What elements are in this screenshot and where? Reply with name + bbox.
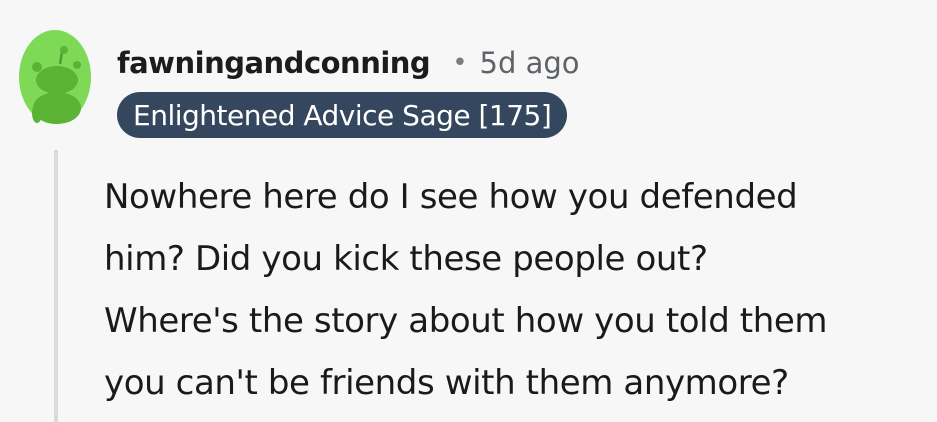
comment-body-line: him? Did you kick these people out? [104,239,708,279]
comment-body-line: Where's the story about how you told the… [104,301,828,341]
snoo-avatar-icon[interactable] [19,30,91,124]
username-link[interactable]: fawningandconning [117,46,431,80]
separator-dot: • [452,48,468,78]
comment: fawningandconning • 5d ago Enlightened A… [0,0,937,422]
user-flair-text: Enlightened Advice Sage [175] [133,98,552,132]
comment-body-line: Nowhere here do I see how you defended [104,177,798,217]
thread-line[interactable] [54,150,58,422]
user-flair-badge: Enlightened Advice Sage [175] [117,92,568,138]
comment-body-line: you can't be friends with them anymore? [104,363,789,403]
timestamp[interactable]: 5d ago [480,46,580,80]
comment-header: fawningandconning • 5d ago [117,40,580,86]
comment-body: Nowhere here do I see how you defended h… [104,166,932,414]
